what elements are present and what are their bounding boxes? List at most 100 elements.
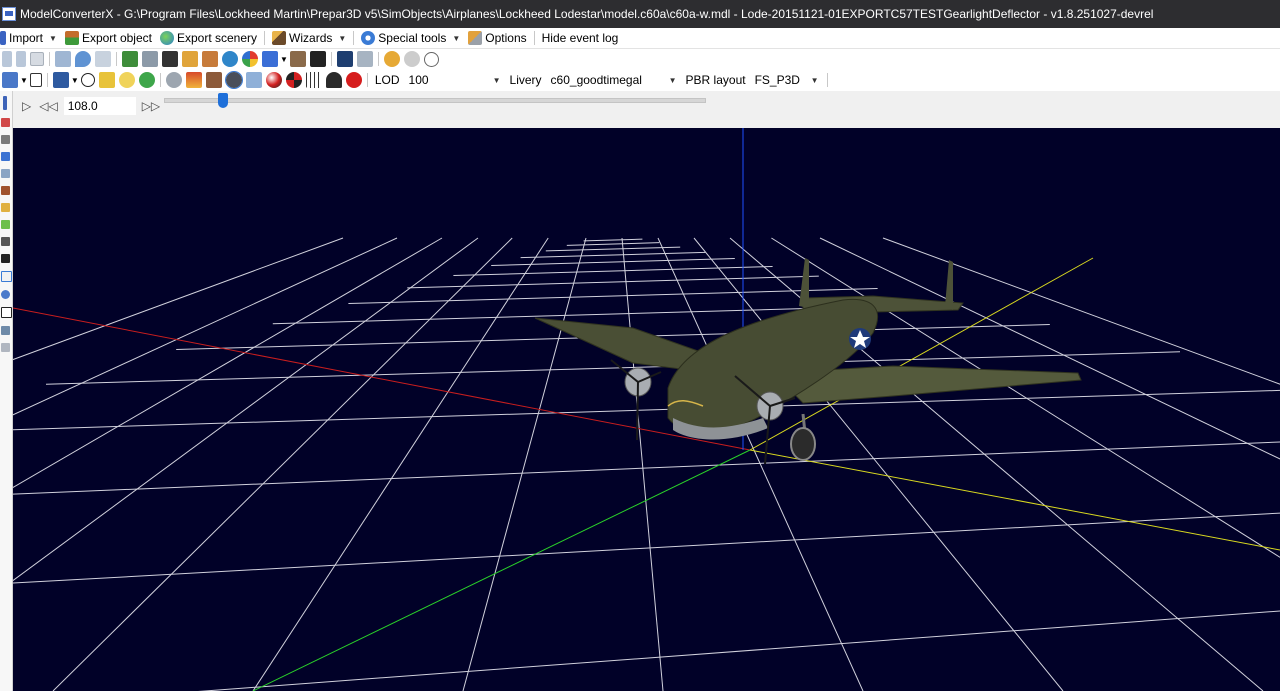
texture-icon[interactable] (142, 51, 158, 67)
export-scenery-button[interactable]: Export scenery (156, 28, 261, 48)
refresh-icon[interactable] (138, 72, 155, 88)
axes-icon[interactable] (245, 72, 262, 88)
time-slider-track[interactable] (164, 98, 706, 103)
toolbar-main: ▼ (0, 49, 1280, 69)
redo-icon[interactable] (403, 51, 420, 67)
separator (377, 52, 379, 66)
pbr-layout-select[interactable]: FS_P3D ▼ (749, 71, 824, 89)
cube-icon[interactable] (205, 72, 222, 88)
clipboard-icon[interactable] (1, 203, 10, 212)
viewport-canvas[interactable] (13, 128, 1280, 691)
settings-icon[interactable] (165, 72, 182, 88)
pie-icon[interactable] (242, 51, 258, 67)
list-icon[interactable] (1, 326, 10, 335)
3d-viewport[interactable] (13, 128, 1280, 691)
title-bar: ModelConverterX - G:\Program Files\Lockh… (0, 0, 1280, 28)
tool-icon[interactable] (289, 51, 306, 67)
brush-icon[interactable] (1, 118, 10, 127)
back-arrow-icon[interactable] (2, 51, 12, 67)
export-object-button[interactable]: Export object (61, 28, 156, 48)
green-block-icon[interactable] (1, 220, 10, 229)
shadow-icon[interactable] (325, 72, 342, 88)
grip-icon (3, 96, 7, 110)
chevron-down-icon[interactable]: ▼ (20, 76, 28, 85)
separator (533, 31, 535, 45)
page-icon[interactable] (30, 52, 44, 66)
alt-axis-line (749, 449, 1280, 551)
separator (159, 73, 161, 87)
apple-icon[interactable] (345, 72, 362, 88)
hide-event-log-button[interactable]: Hide event log (538, 28, 623, 48)
wizards-label: Wizards (289, 31, 333, 45)
separator (264, 31, 266, 45)
move-icon[interactable] (262, 51, 278, 67)
grid-line-recede (13, 237, 443, 489)
grid-select-icon[interactable] (2, 72, 18, 88)
sphere-icon[interactable] (224, 71, 243, 89)
forward-arrow-icon[interactable] (16, 51, 26, 67)
time-slider-thumb[interactable] (218, 93, 229, 108)
image-icon[interactable] (182, 51, 198, 67)
livery-select[interactable]: c60_goodtimegal ▼ (545, 71, 682, 89)
separator (353, 31, 355, 45)
ball-checker-icon[interactable] (285, 72, 302, 88)
crosshair-icon[interactable] (80, 73, 95, 87)
capture-icon[interactable] (356, 51, 373, 67)
play-icon[interactable]: ▷ (22, 99, 31, 113)
bulb-icon[interactable] (118, 72, 135, 88)
pointer-icon[interactable] (29, 73, 42, 87)
chevron-down-icon: ▼ (492, 75, 501, 85)
window-title: ModelConverterX - G:\Program Files\Lockh… (20, 7, 1154, 21)
globe-icon (159, 31, 174, 45)
grid-line-cross (13, 389, 1280, 431)
livery-value: c60_goodtimegal (550, 73, 642, 87)
history-icon[interactable] (423, 51, 439, 67)
options-label: Options (485, 31, 527, 45)
time-input[interactable] (63, 97, 136, 115)
grid-line-cross (13, 441, 1280, 495)
light-icon[interactable] (98, 72, 115, 88)
image-edit-icon[interactable] (202, 51, 218, 67)
rewind-icon[interactable]: ◁◁ (39, 99, 57, 113)
lod-value: 100 (408, 73, 429, 87)
grid-line-cross (491, 258, 735, 266)
map-pin-icon[interactable] (75, 51, 91, 67)
separator (116, 52, 117, 66)
zoom-icon[interactable] (55, 51, 71, 67)
animation-bar: ▷ ◁◁ ▷▷ (0, 91, 712, 128)
ball-red-icon[interactable] (265, 72, 282, 88)
screen-icon[interactable] (336, 51, 353, 67)
chevron-down-icon[interactable]: ▼ (71, 76, 79, 85)
menu-bar: Import ▼ Export object Export scenery Wi… (0, 28, 1280, 49)
settings-small-icon[interactable] (1, 343, 10, 352)
material-icon[interactable] (122, 51, 138, 67)
frame-icon[interactable] (1, 307, 12, 318)
camera-icon[interactable] (52, 72, 69, 88)
layers-icon[interactable] (95, 51, 111, 67)
grid-line-cross (545, 246, 681, 252)
bug-icon[interactable] (1, 152, 10, 161)
link-icon[interactable] (1, 237, 10, 246)
clapper-icon[interactable] (162, 51, 178, 67)
box-icon[interactable] (1, 186, 10, 195)
lod-select[interactable]: 100 ▼ (403, 71, 506, 89)
pencil-icon[interactable] (1, 135, 10, 144)
grid-line-cross (407, 275, 819, 289)
fast-forward-icon[interactable]: ▷▷ (142, 99, 160, 113)
wizards-button[interactable]: Wizards ▼ (268, 28, 350, 48)
earth-icon[interactable] (222, 51, 238, 67)
wireframe-icon[interactable] (305, 72, 322, 88)
options-button[interactable]: Options (464, 28, 530, 48)
eye-icon[interactable] (1, 290, 10, 299)
grid-line-recede (462, 237, 587, 691)
import-button[interactable]: Import ▼ (0, 28, 61, 48)
special-tools-button[interactable]: Special tools ▼ (357, 28, 464, 48)
undo-icon[interactable] (383, 51, 400, 67)
chevron-down-icon[interactable]: ▼ (280, 55, 288, 64)
copy-icon[interactable] (1, 169, 10, 178)
cross-icon[interactable] (1, 254, 10, 263)
cube-color-icon[interactable] (185, 72, 202, 88)
tree-icon[interactable] (309, 51, 326, 67)
wand-icon[interactable] (1, 271, 12, 282)
toolbar-view: ▼ ▼ LOD 100 ▼ Livery c60_goodtimegal ▼ P… (0, 69, 1280, 91)
